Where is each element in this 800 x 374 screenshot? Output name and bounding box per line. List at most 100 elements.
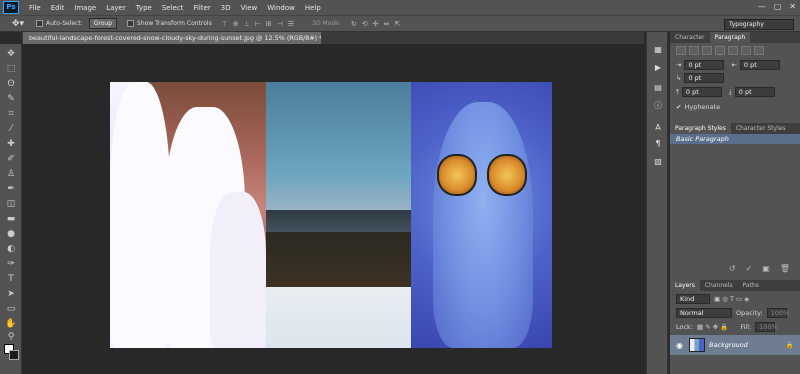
menu-layer[interactable]: Layer (106, 4, 126, 12)
lock-icons[interactable]: ▦ ✎ ✥ 🔒 (697, 323, 728, 331)
distribute-icon[interactable]: ☰ (288, 20, 294, 28)
workspace-dropdown[interactable]: Typography (724, 19, 794, 30)
restore-button[interactable]: ▢ (774, 2, 782, 11)
hand-tool-icon[interactable]: ✋ (4, 318, 18, 330)
type-tool-icon[interactable]: T (4, 273, 18, 285)
eraser-tool-icon[interactable]: ◫ (4, 198, 18, 210)
adjustments-panel-icon[interactable]: ▤ (652, 82, 664, 93)
auto-select-option[interactable]: Auto-Select: (36, 20, 83, 27)
first-line-indent-field[interactable]: 0 pt (684, 73, 725, 83)
menu-view[interactable]: View (241, 4, 258, 12)
visibility-eye-icon[interactable]: ◉ (676, 341, 683, 350)
background-color-swatch[interactable] (9, 350, 19, 360)
tab-character[interactable]: Character (670, 32, 710, 43)
align-top-icon[interactable]: ⊤ (222, 20, 228, 28)
align-right-text-icon[interactable] (702, 46, 712, 55)
style-item-basic-paragraph[interactable]: Basic Paragraph (670, 134, 800, 144)
menu-select[interactable]: Select (162, 4, 184, 12)
dodge-tool-icon[interactable]: ◐ (4, 243, 18, 255)
lasso-tool-icon[interactable]: ʘ (4, 78, 18, 90)
auto-select-dropdown[interactable]: Group (88, 18, 118, 29)
3d-pan-icon[interactable]: ✣ (373, 20, 379, 28)
3d-scale-icon[interactable]: ⇱ (394, 20, 400, 28)
align-middle-icon[interactable]: ⊕ (233, 20, 239, 28)
path-select-tool-icon[interactable]: ➤ (4, 288, 18, 300)
align-left-text-icon[interactable] (676, 46, 686, 55)
align-bottom-icon[interactable]: ⊥ (244, 20, 250, 28)
tab-channels[interactable]: Channels (700, 280, 738, 291)
3d-slide-icon[interactable]: ⇔ (384, 20, 390, 28)
move-tool-icon[interactable]: ✥ (4, 48, 18, 60)
delete-style-icon[interactable]: 🗑 (780, 264, 790, 276)
align-left-icon[interactable]: ⊢ (255, 20, 261, 28)
character-panel-icon[interactable]: A (652, 122, 664, 133)
tab-paragraph[interactable]: Paragraph (709, 32, 751, 43)
auto-select-checkbox[interactable] (36, 20, 43, 27)
indent-row: ⇥ 0 pt ⇤ 0 pt (676, 60, 800, 70)
move-tool-preset-icon[interactable]: ✥▾ (12, 18, 30, 30)
space-after-icon: ⤓ (728, 87, 732, 96)
menu-image[interactable]: Image (74, 4, 96, 12)
quick-select-tool-icon[interactable]: ✎ (4, 93, 18, 105)
space-before-field[interactable]: 0 pt (681, 87, 722, 97)
opacity-field[interactable]: 100% (766, 308, 789, 318)
align-center-text-icon[interactable] (689, 46, 699, 55)
justify-last-center-icon[interactable] (728, 46, 738, 55)
history-panel-icon[interactable]: ▦ (652, 44, 664, 55)
info-panel-icon[interactable]: ⓘ (652, 100, 664, 111)
justify-last-right-icon[interactable] (741, 46, 751, 55)
layer-row-background[interactable]: ◉ Background 🔒 (670, 335, 800, 355)
eyedropper-tool-icon[interactable]: ⁄ (4, 123, 18, 135)
paragraph-panel-icon[interactable]: ¶ (652, 138, 664, 149)
menu-help[interactable]: Help (305, 4, 321, 12)
blend-mode-dropdown[interactable]: Normal (676, 308, 732, 318)
gradient-tool-icon[interactable]: ▬ (4, 213, 18, 225)
close-button[interactable]: ✕ (789, 2, 796, 11)
justify-last-left-icon[interactable] (715, 46, 725, 55)
rectangle-tool-icon[interactable]: ▭ (4, 303, 18, 315)
minimize-button[interactable]: — (758, 2, 766, 11)
styles-panel-icon[interactable]: ▧ (652, 156, 664, 167)
paragraph-align-row (676, 46, 800, 55)
document-tab[interactable]: beautiful-landscape-forest-covered-snow-… (23, 32, 321, 44)
justify-all-icon[interactable] (754, 46, 764, 55)
menu-edit[interactable]: Edit (51, 4, 65, 12)
layer-name[interactable]: Background (709, 341, 748, 349)
clone-stamp-tool-icon[interactable]: ♙ (4, 168, 18, 180)
marquee-tool-icon[interactable]: ⬚ (4, 63, 18, 75)
crop-tool-icon[interactable]: ⌗ (4, 108, 18, 120)
tab-paragraph-styles[interactable]: Paragraph Styles (670, 123, 731, 134)
transform-controls-checkbox[interactable] (127, 20, 135, 27)
hyphenate-check-icon[interactable]: ✔ (676, 103, 681, 111)
menu-filter[interactable]: Filter (193, 4, 210, 12)
actions-panel-icon[interactable]: ▶ (652, 62, 664, 73)
3d-roll-icon[interactable]: ⟲ (362, 20, 368, 28)
layer-filter-kind[interactable]: Kind (676, 294, 710, 304)
layer-filter-icons[interactable]: ▣ ◎ T ▭ ◈ (714, 295, 749, 303)
document-canvas[interactable] (110, 82, 552, 348)
space-after-field[interactable]: 0 pt (734, 87, 775, 97)
menu-3d[interactable]: 3D (221, 4, 231, 12)
transform-controls-option[interactable]: Show Transform Controls (127, 20, 212, 27)
brush-tool-icon[interactable]: ✐ (4, 153, 18, 165)
zoom-tool-icon[interactable]: ⚲ (4, 331, 18, 343)
tab-character-styles[interactable]: Character Styles (731, 123, 791, 134)
tab-layers[interactable]: Layers (670, 280, 700, 291)
fill-field[interactable]: 100% (755, 322, 778, 332)
clear-override-icon[interactable]: ↺ (729, 264, 736, 276)
menu-type[interactable]: Type (136, 4, 152, 12)
indent-left-field[interactable]: 0 pt (684, 60, 725, 70)
blur-tool-icon[interactable]: ● (4, 228, 18, 240)
history-brush-tool-icon[interactable]: ✒ (4, 183, 18, 195)
tab-paths[interactable]: Paths (738, 280, 764, 291)
redefine-style-icon[interactable]: ✓ (746, 264, 753, 276)
align-right-icon[interactable]: ⊣ (277, 20, 283, 28)
menu-window[interactable]: Window (267, 4, 295, 12)
indent-right-field[interactable]: 0 pt (739, 60, 780, 70)
new-style-icon[interactable]: ▣ (762, 264, 770, 276)
align-center-icon[interactable]: ⊞ (266, 20, 272, 28)
pen-tool-icon[interactable]: ✑ (4, 258, 18, 270)
healing-brush-tool-icon[interactable]: ✚ (4, 138, 18, 150)
3d-rotate-icon[interactable]: ↻ (351, 20, 357, 28)
menu-file[interactable]: File (29, 4, 41, 12)
